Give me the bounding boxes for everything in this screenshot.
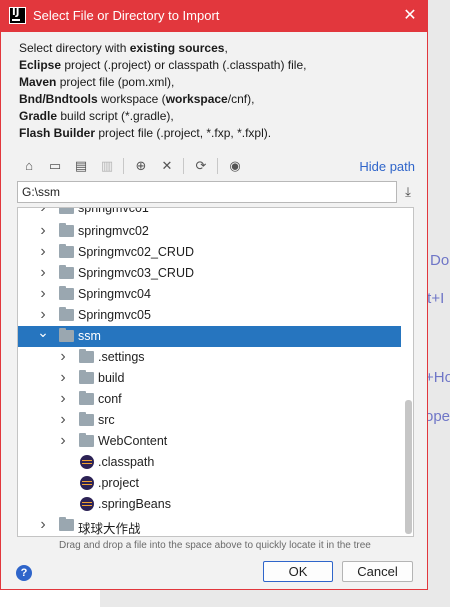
chevron-right-icon[interactable]: › — [37, 307, 49, 323]
tree-row[interactable]: › 球球大作战 — [18, 515, 401, 537]
folder-icon — [79, 412, 94, 426]
tree-row-label: Springmvc04 — [78, 287, 151, 301]
cancel-button[interactable]: Cancel — [342, 561, 413, 582]
tree-row-label: conf — [98, 392, 122, 406]
chevron-right-icon[interactable]: › — [37, 265, 49, 281]
folder-icon — [59, 265, 74, 279]
tree-row[interactable]: ›UI — [18, 536, 401, 537]
title-bar: IJ Select File or Directory to Import ✕ — [1, 1, 427, 32]
tree-row-label: ssm — [78, 329, 101, 343]
close-icon[interactable]: ✕ — [399, 5, 421, 27]
help-button[interactable]: ? — [16, 565, 32, 581]
folder-icon — [79, 391, 94, 405]
refresh-icon[interactable]: ⟳ — [191, 156, 211, 176]
tree-row[interactable]: › Springmvc02_CRUD — [18, 242, 401, 263]
file-chooser-toolbar: ⌂ ▭ ▤ ▥ ⊕ ✕ ⟳ ◉ Hide path — [17, 154, 417, 178]
path-field[interactable]: G:\ssm — [17, 181, 397, 203]
module-folder-icon[interactable]: ▥ — [97, 156, 117, 176]
chevron-right-icon[interactable]: › — [57, 349, 69, 365]
toolbar-separator — [217, 158, 218, 174]
delete-icon[interactable]: ✕ — [157, 156, 177, 176]
tree-row-label: springmvc02 — [78, 224, 149, 238]
chevron-right-icon[interactable]: › — [37, 244, 49, 260]
folder-icon — [59, 517, 74, 531]
folder-icon — [79, 349, 94, 363]
tree-row-label: .settings — [98, 350, 145, 364]
tree-row[interactable]: › Springmvc04 — [18, 284, 401, 305]
tree-row[interactable]: › springmvc02 — [18, 221, 401, 242]
tree-row[interactable]: › Springmvc03_CRUD — [18, 263, 401, 284]
tree-row-label: Springmvc02_CRUD — [78, 245, 195, 259]
desktop-icon[interactable]: ▭ — [45, 156, 65, 176]
tree-row-label: Springmvc05 — [78, 308, 151, 322]
eclipse-file-icon — [80, 497, 94, 511]
tree-row[interactable]: › build — [18, 368, 401, 389]
tree-row-label: .classpath — [98, 455, 155, 469]
tree-row[interactable]: › WebContent — [18, 431, 401, 452]
tree-row-label: .project — [98, 476, 139, 490]
chevron-right-icon[interactable]: › — [37, 223, 49, 239]
tree-row[interactable]: .springBeans — [18, 494, 401, 515]
chevron-right-icon[interactable]: › — [57, 391, 69, 407]
project-folder-icon[interactable]: ▤ — [71, 156, 91, 176]
eclipse-file-icon — [80, 455, 94, 469]
import-dialog: IJ Select File or Directory to Import ✕ … — [0, 0, 428, 590]
folder-icon — [79, 433, 94, 447]
dialog-title: Select File or Directory to Import — [33, 8, 220, 23]
file-tree[interactable]: ›UI › 球球大作战 .springBeans .project .classpath ›… — [17, 207, 414, 537]
toolbar-separator — [123, 158, 124, 174]
hide-path-link[interactable]: Hide path — [359, 159, 415, 174]
folder-icon — [59, 286, 74, 300]
folder-icon — [59, 244, 74, 258]
background-text: +Ho — [425, 369, 450, 386]
tree-row-label: Springmvc03_CRUD — [78, 266, 195, 280]
chevron-right-icon[interactable]: › — [37, 286, 49, 302]
new-folder-icon[interactable]: ⊕ — [131, 156, 151, 176]
import-description: Select directory with existing sources, … — [19, 41, 307, 140]
download-icon[interactable]: ⤓ — [399, 182, 417, 202]
chevron-right-icon[interactable]: › — [37, 517, 49, 533]
toolbar-separator — [183, 158, 184, 174]
folder-icon — [59, 328, 74, 342]
chevron-right-icon[interactable]: › — [57, 412, 69, 428]
tree-row[interactable]: ⌄ ssm — [18, 325, 401, 347]
eclipse-file-icon — [80, 476, 94, 490]
chevron-right-icon[interactable]: › — [57, 370, 69, 386]
home-icon[interactable]: ⌂ — [19, 156, 39, 176]
tree-row-label: src — [98, 413, 115, 427]
tree-row-label: .springBeans — [98, 497, 171, 511]
tree-row[interactable]: .project — [18, 473, 401, 494]
chevron-down-icon[interactable]: ⌄ — [37, 325, 49, 339]
intellij-icon: IJ — [9, 7, 26, 24]
tree-row[interactable]: › .settings — [18, 347, 401, 368]
tree-row[interactable]: › springmvc01 — [18, 207, 401, 219]
drag-drop-hint: Drag and drop a file into the space abov… — [59, 540, 371, 551]
folder-icon — [59, 208, 74, 214]
background-text: ope — [425, 408, 450, 425]
tree-row[interactable]: › src — [18, 410, 401, 431]
tree-row-label: 球球大作战 — [78, 522, 141, 536]
folder-icon — [59, 223, 74, 237]
tree-row-label: springmvc01 — [78, 207, 149, 215]
folder-icon — [79, 370, 94, 384]
chevron-right-icon[interactable]: › — [37, 208, 49, 216]
chevron-right-icon[interactable]: › — [57, 433, 69, 449]
folder-icon — [59, 307, 74, 321]
tree-row[interactable]: › conf — [18, 389, 401, 410]
tree-row[interactable]: .classpath — [18, 452, 401, 473]
tree-row[interactable]: › Springmvc05 — [18, 305, 401, 326]
tree-scrollbar-thumb[interactable] — [405, 400, 412, 534]
show-hidden-icon[interactable]: ◉ — [225, 156, 245, 176]
tree-row-label: WebContent — [98, 434, 168, 448]
tree-row-label: build — [98, 371, 125, 385]
background-text: Do — [430, 252, 450, 269]
ok-button[interactable]: OK — [263, 561, 333, 582]
